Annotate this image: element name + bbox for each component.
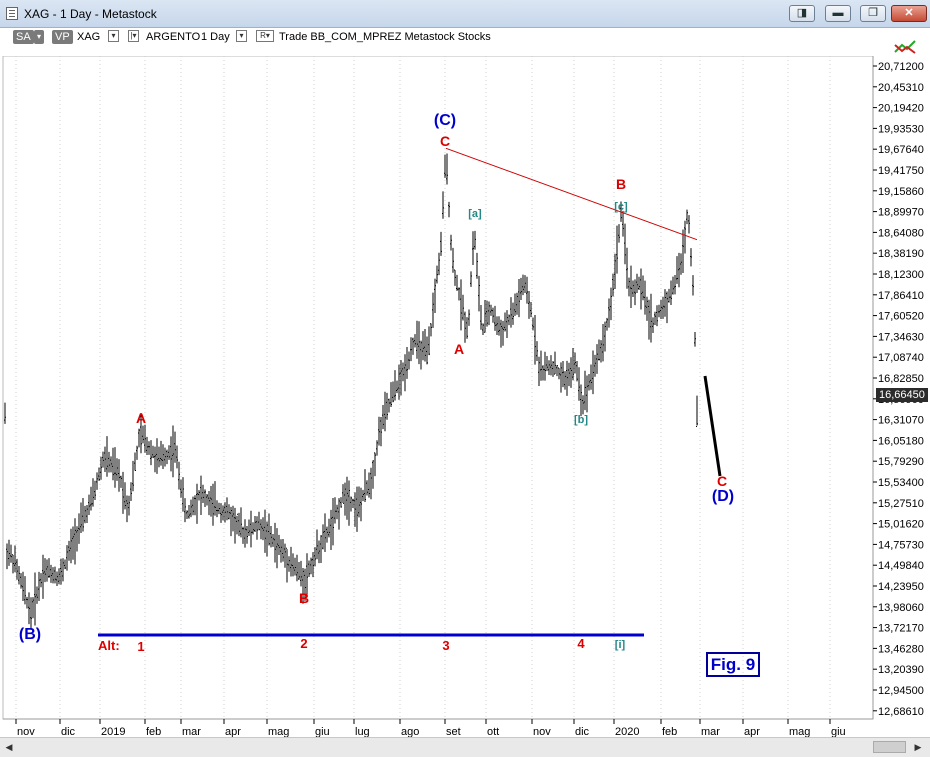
wave-label: B [299, 590, 309, 606]
wave-label: (B) [19, 626, 41, 643]
y-tick-label: 19,41750 [878, 165, 924, 177]
wave-label: [b] [574, 414, 588, 426]
y-tick-label: 19,93530 [878, 123, 924, 135]
y-tick-label: 20,19420 [878, 103, 924, 115]
y-tick-label: 14,75730 [878, 539, 924, 551]
y-tick-label: 13,46280 [878, 643, 924, 655]
wave-label: (D) [712, 488, 734, 505]
x-tick-label: feb [662, 726, 677, 737]
y-tick-label: 15,01620 [878, 519, 924, 531]
x-tick-label: mag [268, 726, 289, 737]
x-tick-label: apr [225, 726, 241, 737]
x-tick-label: dic [61, 726, 76, 737]
period-label[interactable]: 1 Day [201, 30, 230, 44]
y-tick-label: 17,08740 [878, 352, 924, 364]
y-tick-label: 15,53400 [878, 477, 924, 489]
legend-arrows-icon[interactable] [893, 37, 919, 57]
vp-button[interactable]: VP [52, 30, 73, 44]
y-tick-label: 13,20390 [878, 664, 924, 676]
y-tick-label: 20,45310 [878, 82, 924, 94]
alt-count-label: Alt: [98, 638, 120, 653]
y-tick-label: 18,64080 [878, 227, 924, 239]
y-tick-label: 19,67640 [878, 144, 924, 156]
alt-count-label: [i] [615, 639, 626, 651]
y-tick-label: 12,68610 [878, 706, 924, 718]
wave-label: B [616, 176, 626, 192]
x-tick-label: mar [701, 726, 720, 737]
alt-count-label: 1 [137, 639, 144, 654]
minimize-button[interactable]: ▬ [825, 5, 851, 22]
figure-label: Fig. 9 [706, 652, 760, 677]
scroll-right-icon[interactable]: ▶ [912, 740, 924, 754]
symbol-dropdown-icon[interactable]: ▾ [108, 30, 119, 42]
last-price-tag: 16,66450 [876, 388, 928, 402]
close-button[interactable]: ✕ [891, 5, 927, 22]
y-tick-label: 12,94500 [878, 685, 924, 697]
x-tick-label: nov [533, 726, 551, 737]
sa-button[interactable]: SA [13, 30, 34, 44]
symbol-label[interactable]: XAG [77, 30, 100, 44]
y-tick-label: 18,12300 [878, 269, 924, 281]
y-tick-label: 20,71200 [878, 61, 924, 73]
y-tick-label: 16,82850 [878, 373, 924, 385]
y-tick-label: 18,38190 [878, 248, 924, 260]
y-tick-label: 17,60520 [878, 311, 924, 323]
x-tick-label: giu [831, 726, 846, 737]
price-chart[interactable]: (B)AB(C)C[a]A[b]B[c]C(D) Alt: 1 2 3 4 [i] 20,… [0, 56, 930, 737]
x-tick-label: giu [315, 726, 330, 737]
template-label: Trade BB_COM_MPREZ Metastock Stocks [279, 31, 491, 43]
y-tick-label: 17,86410 [878, 290, 924, 302]
chart-type-icon[interactable]: |▾ [128, 30, 139, 42]
wave-label: [c] [614, 201, 628, 213]
alt-count-label: 3 [442, 638, 449, 653]
y-tick-label: 18,89970 [878, 207, 924, 219]
date-axis: nov dic 2019 feb mar apr mag giu lug ago set ott nov… [15, 719, 846, 737]
sa-dropdown-icon[interactable]: ▾ [34, 30, 45, 44]
x-tick-label: 2020 [615, 726, 639, 737]
plot-area [2, 56, 874, 720]
wave-label: A [454, 341, 464, 357]
x-tick-label: mar [182, 726, 201, 737]
x-tick-label: 2019 [101, 726, 125, 737]
instrument-label[interactable]: ARGENTO [146, 30, 200, 44]
y-tick-label: 13,72170 [878, 623, 924, 635]
window-title: XAG - 1 Day - Metastock [24, 7, 157, 21]
x-tick-label: lug [355, 726, 370, 737]
chart-toolbar: SA ▾ VP XAG ▾ |▾ ARGENTO 1 Day ▾ R▾ Trad… [0, 28, 930, 46]
alt-count-label: 2 [300, 636, 307, 651]
horizontal-scrollbar[interactable]: ◀ ▶ [0, 737, 930, 757]
wave-label: [a] [468, 208, 482, 220]
x-tick-label: ago [401, 726, 419, 737]
period-dropdown-icon[interactable]: ▾ [236, 30, 247, 42]
wave-label: (C) [434, 112, 456, 129]
y-tick-label: 16,05180 [878, 435, 924, 447]
y-tick-label: 16,31070 [878, 415, 924, 427]
y-tick-label: 17,34630 [878, 331, 924, 343]
y-tick-label: 15,27510 [878, 498, 924, 510]
x-tick-label: feb [146, 726, 161, 737]
chart-options-button[interactable]: ◨ [789, 5, 815, 22]
y-tick-label: 14,23950 [878, 581, 924, 593]
y-tick-label: 19,15860 [878, 186, 924, 198]
document-icon [6, 7, 18, 20]
restore-button[interactable]: ❐ [860, 5, 886, 22]
scroll-thumb[interactable] [873, 741, 906, 753]
y-tick-label: 13,98060 [878, 602, 924, 614]
scroll-left-icon[interactable]: ◀ [3, 740, 15, 754]
range-dropdown-icon[interactable]: R▾ [256, 30, 274, 42]
y-tick-label: 15,79290 [878, 456, 924, 468]
window-titlebar: XAG - 1 Day - Metastock ◨ ▬ ❐ ✕ [0, 0, 930, 28]
alt-count-label: 4 [577, 636, 585, 651]
wave-label: A [136, 410, 146, 426]
x-tick-label: nov [17, 726, 35, 737]
x-tick-label: mag [789, 726, 810, 737]
wave-label: C [717, 473, 727, 489]
wave-label: C [440, 133, 450, 149]
x-tick-label: apr [744, 726, 760, 737]
y-tick-label: 14,49840 [878, 560, 924, 572]
x-tick-label: set [446, 726, 461, 737]
x-tick-label: dic [575, 726, 590, 737]
x-tick-label: ott [487, 726, 499, 737]
